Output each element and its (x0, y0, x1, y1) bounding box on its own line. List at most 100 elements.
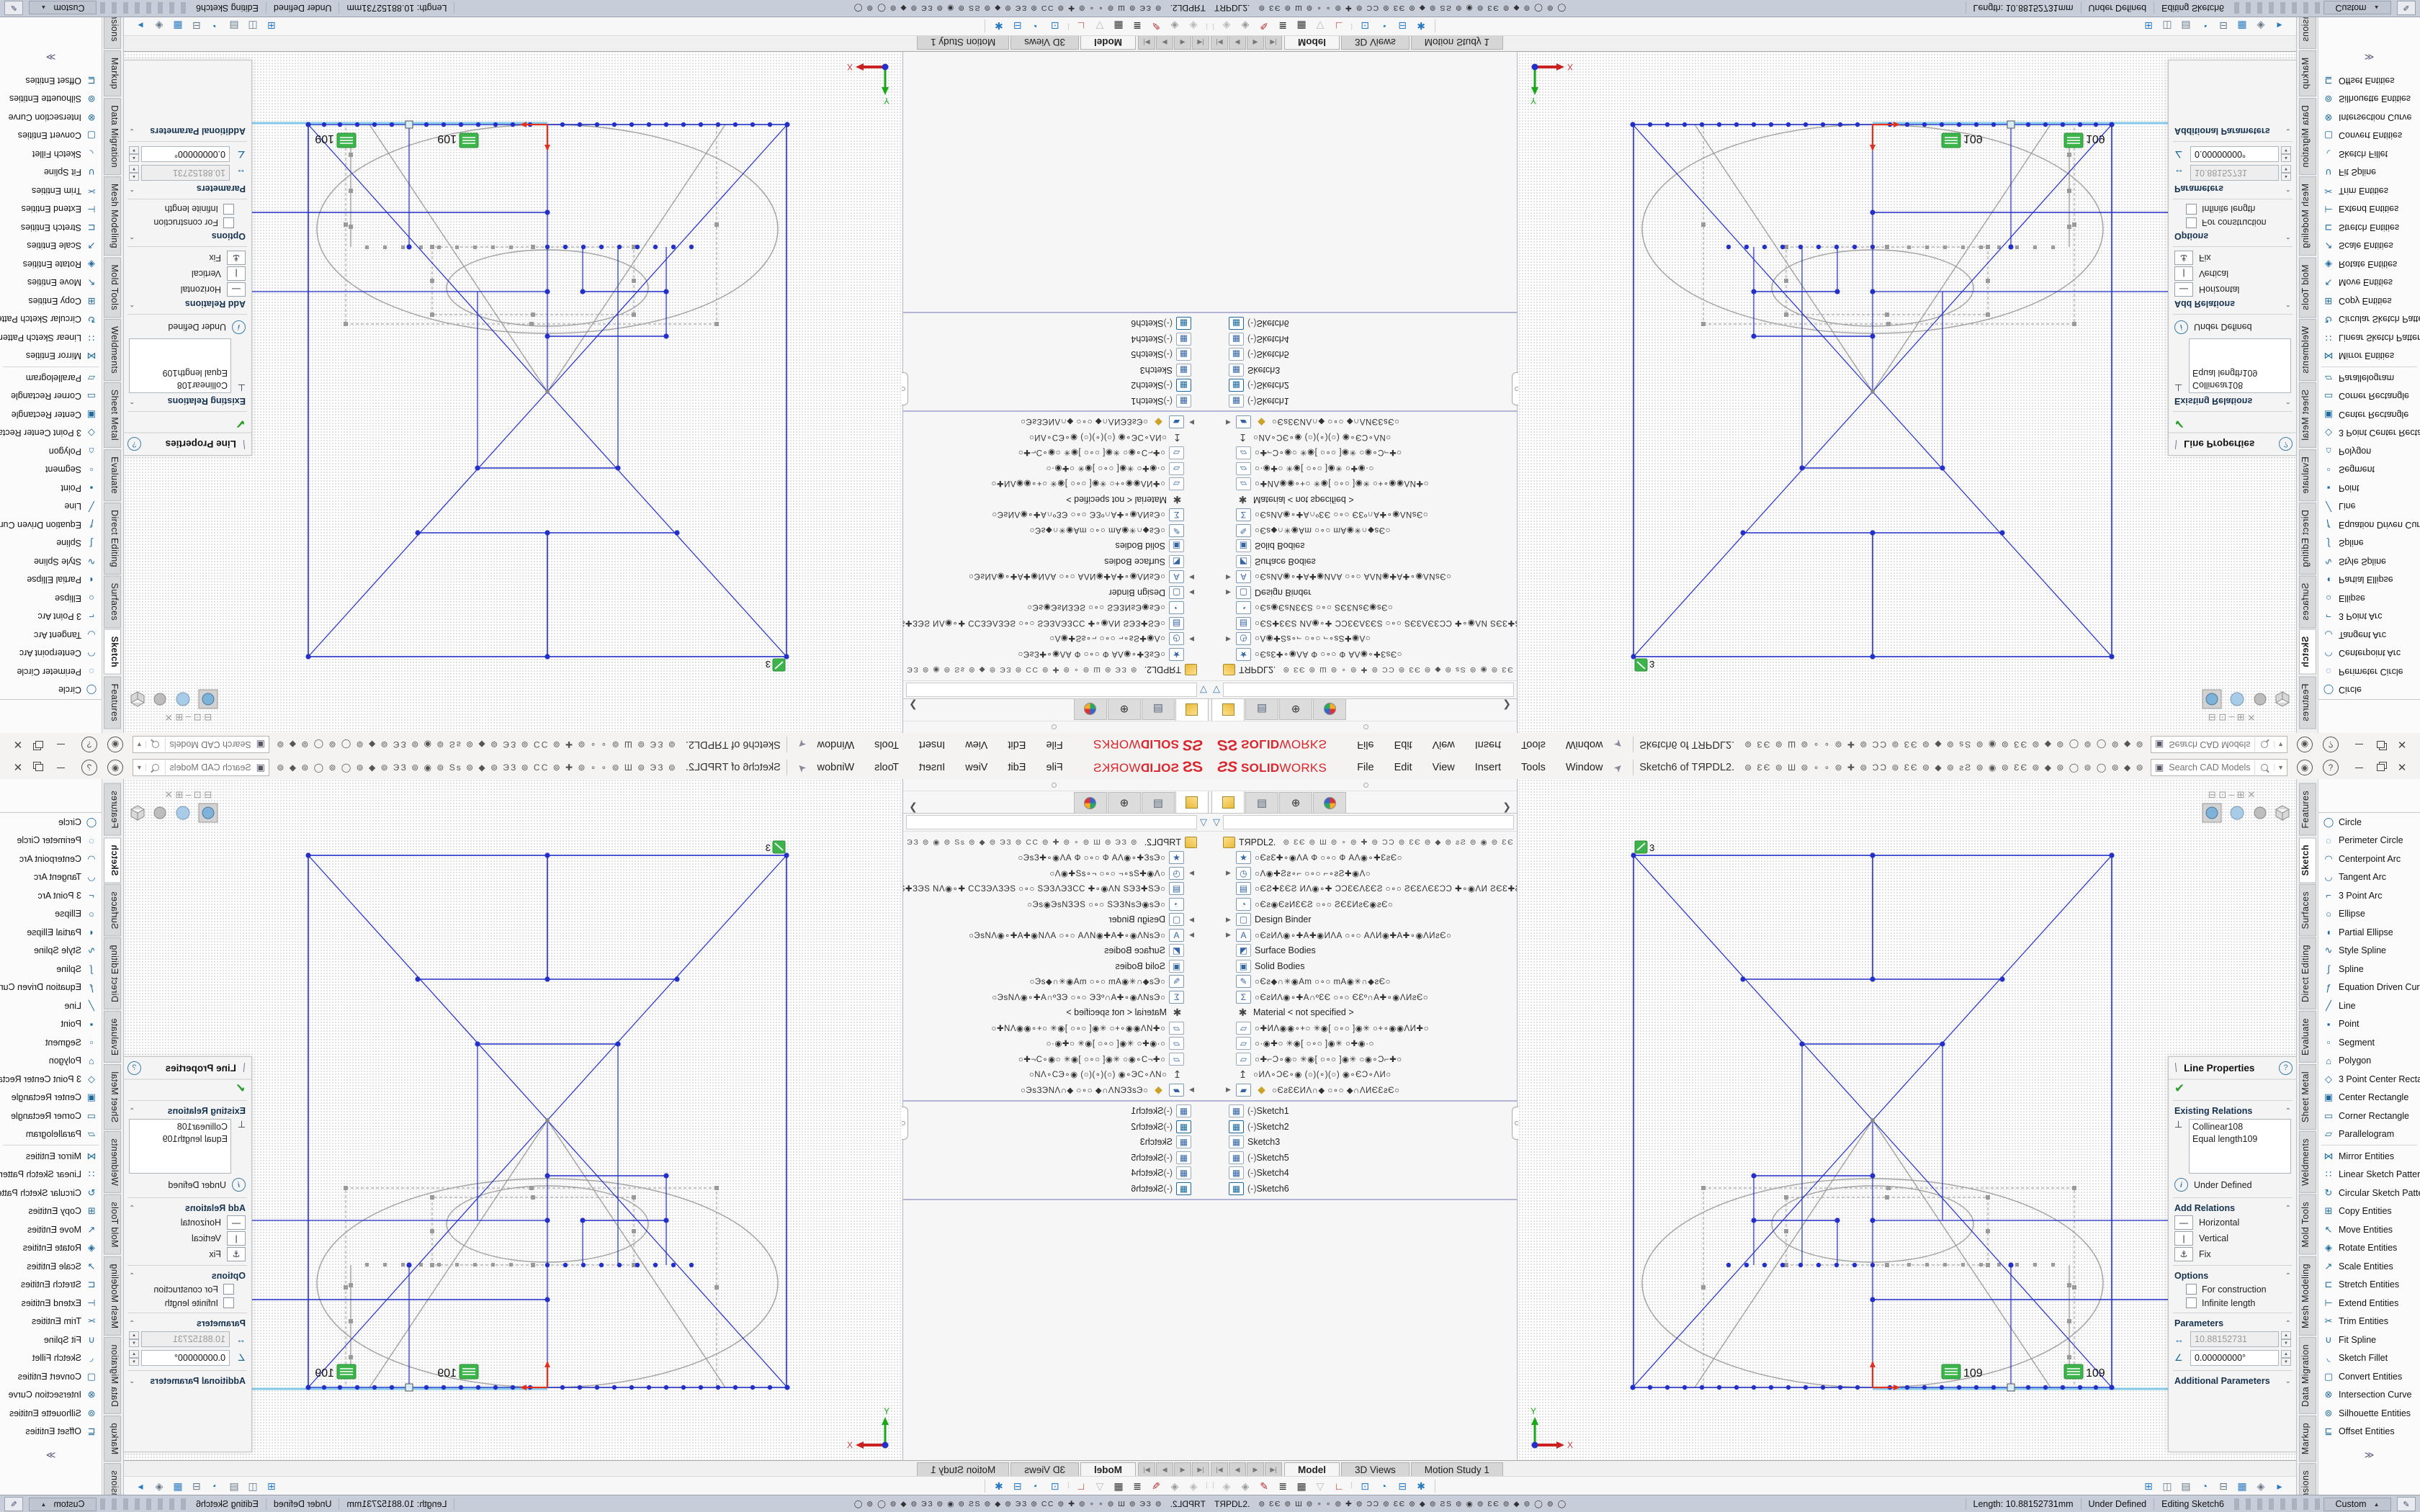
options-header[interactable]: Options ⌃ (123, 1269, 251, 1282)
toolbar-icon[interactable]: ∟ (1072, 1480, 1090, 1493)
menu-insert[interactable]: Insert (1465, 757, 1511, 779)
toolbar-icon[interactable]: ◔ (1027, 1480, 1046, 1493)
tool-rotate-entities[interactable]: ◈Rotate Entities (2318, 1239, 2420, 1258)
diagonal-bl[interactable] (1633, 125, 1873, 392)
tree-item-sketch4[interactable]: ▦(-) Sketch4 (903, 331, 1210, 347)
tree-item[interactable]: ✱Material < not specified > (1210, 492, 1517, 508)
tool-circle[interactable]: ◯Circle (2318, 681, 2420, 700)
tool-silhouette-entities[interactable]: ⊚Silhouette Entities (2318, 90, 2420, 109)
option-for-construction[interactable]: For construction (123, 216, 251, 230)
spin-up-icon[interactable]: ▲ (2281, 154, 2291, 162)
menu-tools[interactable]: Tools (864, 734, 909, 756)
command-tab-features[interactable]: Features (104, 676, 122, 729)
command-tab-weldments[interactable]: Weldments (104, 319, 122, 381)
apex-point[interactable] (545, 1118, 550, 1122)
tool-offset-entities[interactable]: ⊑Offset Entities (0, 1423, 102, 1441)
custom-dropdown[interactable]: Custom ▲ (2323, 1498, 2391, 1511)
tool-intersection-curve[interactable]: ⊗Intersection Curve (0, 1386, 102, 1405)
tree-item[interactable]: ★○ЄƨƐ✚∘◉ΛА Ф ○∘○ Ф АΛ◉∘✚ƐƨЄ○ (903, 850, 1210, 866)
command-tab-surfaces[interactable]: Surfaces (104, 576, 122, 629)
toolbar-icon[interactable]: ∟ (1330, 1480, 1348, 1493)
spin-down-icon[interactable]: ▼ (2281, 165, 2291, 173)
custom-dropdown[interactable]: Custom ▲ (29, 1, 97, 15)
tool-3-point-arc[interactable]: ⌐3 Point Arc (0, 886, 102, 905)
tree-item[interactable]: ◔○Єƨ◉ЄƨИƐЄƧ ○∘○ ƧЄƐИƨЄ◉ƨЄ○ (903, 600, 1210, 616)
tab-propertymanager[interactable]: ▤ (1142, 699, 1175, 720)
spinner-buttons[interactable]: ▲▼ (129, 165, 139, 181)
tree-item[interactable]: ▶A○ЄƨИΛ◉∘✚А✚◉ИΛА ○∘○ АΛИ◉✚А✚∘◉ΛИƨЄ○ (1210, 927, 1517, 943)
tree-item[interactable]: ↥○ИΛ∘ƆЄ∘◉ (○)(∘)(○) ◉∘ЄƆ∘ΛИ○ (1210, 1067, 1517, 1083)
add-relation-horizontal[interactable]: —Horizontal (2169, 282, 2297, 297)
toolbar-icon[interactable]: ◫ (2158, 20, 2177, 32)
tool-linear-sketch-pattern[interactable]: ∷Linear Sketch Pattern (2318, 328, 2420, 347)
tool-tangent-arc[interactable]: ◡Tangent Arc (2318, 868, 2420, 887)
toolbar-icon[interactable]: ◔ (1374, 20, 1393, 32)
toolbar-icon[interactable]: ⊞ (2139, 1480, 2158, 1493)
tool-convert-entities[interactable]: ▢Convert Entities (0, 127, 102, 145)
tree-item[interactable]: ▱○✚⌐Ɔ∘◉○ ✳◉[ ○∘○ ]◉✳ ○◉∘Ɔ⌐✚○ (1210, 1051, 1517, 1067)
toolbar-icon[interactable]: ◔ (206, 1480, 225, 1493)
tab-scroll-button[interactable]: ▶| (1138, 1462, 1155, 1477)
tool-silhouette-entities[interactable]: ⊚Silhouette Entities (0, 90, 102, 109)
tool-point[interactable]: ▪Point (0, 479, 102, 498)
tab-scroll-button[interactable]: ◀ (1174, 35, 1191, 50)
menu-tools[interactable]: Tools (1511, 734, 1556, 756)
tool-centerpoint-arc[interactable]: ◠Centerpoint Arc (2318, 850, 2420, 868)
tree-item-sketch1[interactable]: ▦(-) Sketch1 (903, 1104, 1210, 1120)
tool-extend-entities[interactable]: ⊢Extend Entities (0, 200, 102, 219)
more-tools-icon[interactable]: ≫ (2318, 51, 2420, 71)
menu-window[interactable]: Window (807, 734, 865, 756)
tree-item[interactable]: ◩Surface Bodies (1210, 943, 1517, 959)
tab-scroll-button[interactable]: ▶| (1265, 35, 1282, 50)
expand-arrow-icon[interactable]: ▶ (1184, 418, 1194, 426)
toolbar-grip[interactable]: ⁞ (1212, 22, 1213, 30)
add-relation-vertical[interactable]: |Vertical (123, 266, 251, 282)
tool-fit-spline[interactable]: ∪Fit Spline (2318, 1331, 2420, 1349)
rollback-bar[interactable] (1210, 1100, 1517, 1102)
splitter-dot-icon[interactable] (1363, 783, 1368, 788)
relation-badge-2[interactable]: 109 (2064, 132, 2105, 148)
tree-item[interactable]: ✱Material < not specified > (903, 492, 1210, 508)
tool-segment[interactable]: ▫Segment (0, 1033, 102, 1052)
pin-icon[interactable]: ➤ (1611, 737, 1626, 752)
tree-item[interactable]: ▶▢Design Binder (1210, 585, 1517, 600)
tab-scroll-button[interactable]: |◀ (1211, 1462, 1228, 1477)
toolbar-icon[interactable]: ≣ (1128, 1480, 1147, 1493)
tree-item-sketch2[interactable]: ▦(-) Sketch2 (1210, 1119, 1517, 1135)
tab-model[interactable]: Model (1080, 35, 1136, 50)
expand-panel-icon[interactable]: ❯ (1502, 801, 1511, 813)
tool-circle[interactable]: ◯Circle (0, 813, 102, 832)
tool-point[interactable]: ▪Point (2318, 479, 2420, 498)
close-button[interactable]: ✕ (7, 759, 29, 776)
fix-icon[interactable]: ⚓ (2174, 1247, 2193, 1261)
close-button[interactable]: ✕ (2391, 736, 2413, 753)
command-tab-surfaces[interactable]: Surfaces (2299, 576, 2316, 629)
horizontal-icon[interactable]: — (227, 282, 246, 297)
toolbar-grip[interactable]: ⁞ (1212, 1482, 1213, 1490)
tool-spline[interactable]: ∫Spline (0, 534, 102, 553)
tool-move-entities[interactable]: ↖Move Entities (2318, 274, 2420, 292)
tree-item[interactable]: ▣Solid Bodies (1210, 958, 1517, 974)
expand-arrow-icon[interactable]: ▶ (1184, 931, 1194, 939)
command-tab-direct-editing[interactable]: Direct Editing (2299, 503, 2316, 575)
menu-file[interactable]: File (1036, 734, 1072, 756)
tab-featuremanager[interactable] (1175, 699, 1209, 721)
tool-style-spline[interactable]: ∿Style Spline (2318, 942, 2420, 960)
menu-window[interactable]: Window (1556, 757, 1613, 779)
search-button[interactable] (146, 760, 166, 775)
add-relation-horizontal[interactable]: —Horizontal (2169, 1215, 2297, 1230)
tree-item[interactable]: ◩Surface Bodies (903, 943, 1210, 959)
tool-partial-ellipse[interactable]: ◖Partial Ellipse (2318, 571, 2420, 590)
tool-segment[interactable]: ▫Segment (2318, 461, 2420, 480)
command-tab-mold-tools[interactable]: Mold Tools (104, 257, 122, 318)
command-tab-sketch[interactable]: Sketch (104, 837, 122, 883)
diagonal-bl[interactable] (547, 1120, 787, 1387)
toolbar-icon[interactable]: ◫ (243, 20, 262, 32)
tree-item[interactable]: ✱Material < not specified > (903, 1005, 1210, 1021)
search-input[interactable] (2167, 739, 2254, 750)
tool-convert-entities[interactable]: ▢Convert Entities (2318, 1367, 2420, 1386)
tree-item[interactable]: ▱○✚⌐Ɔ∘◉○ ✳◉[ ○∘○ ]◉✳ ○◉∘Ɔ⌐✚○ (903, 1051, 1210, 1067)
filter-input[interactable] (906, 683, 1197, 697)
toolbar-icon[interactable]: ▦ (169, 20, 187, 32)
tag-icon[interactable]: ✎ (4, 1, 23, 15)
